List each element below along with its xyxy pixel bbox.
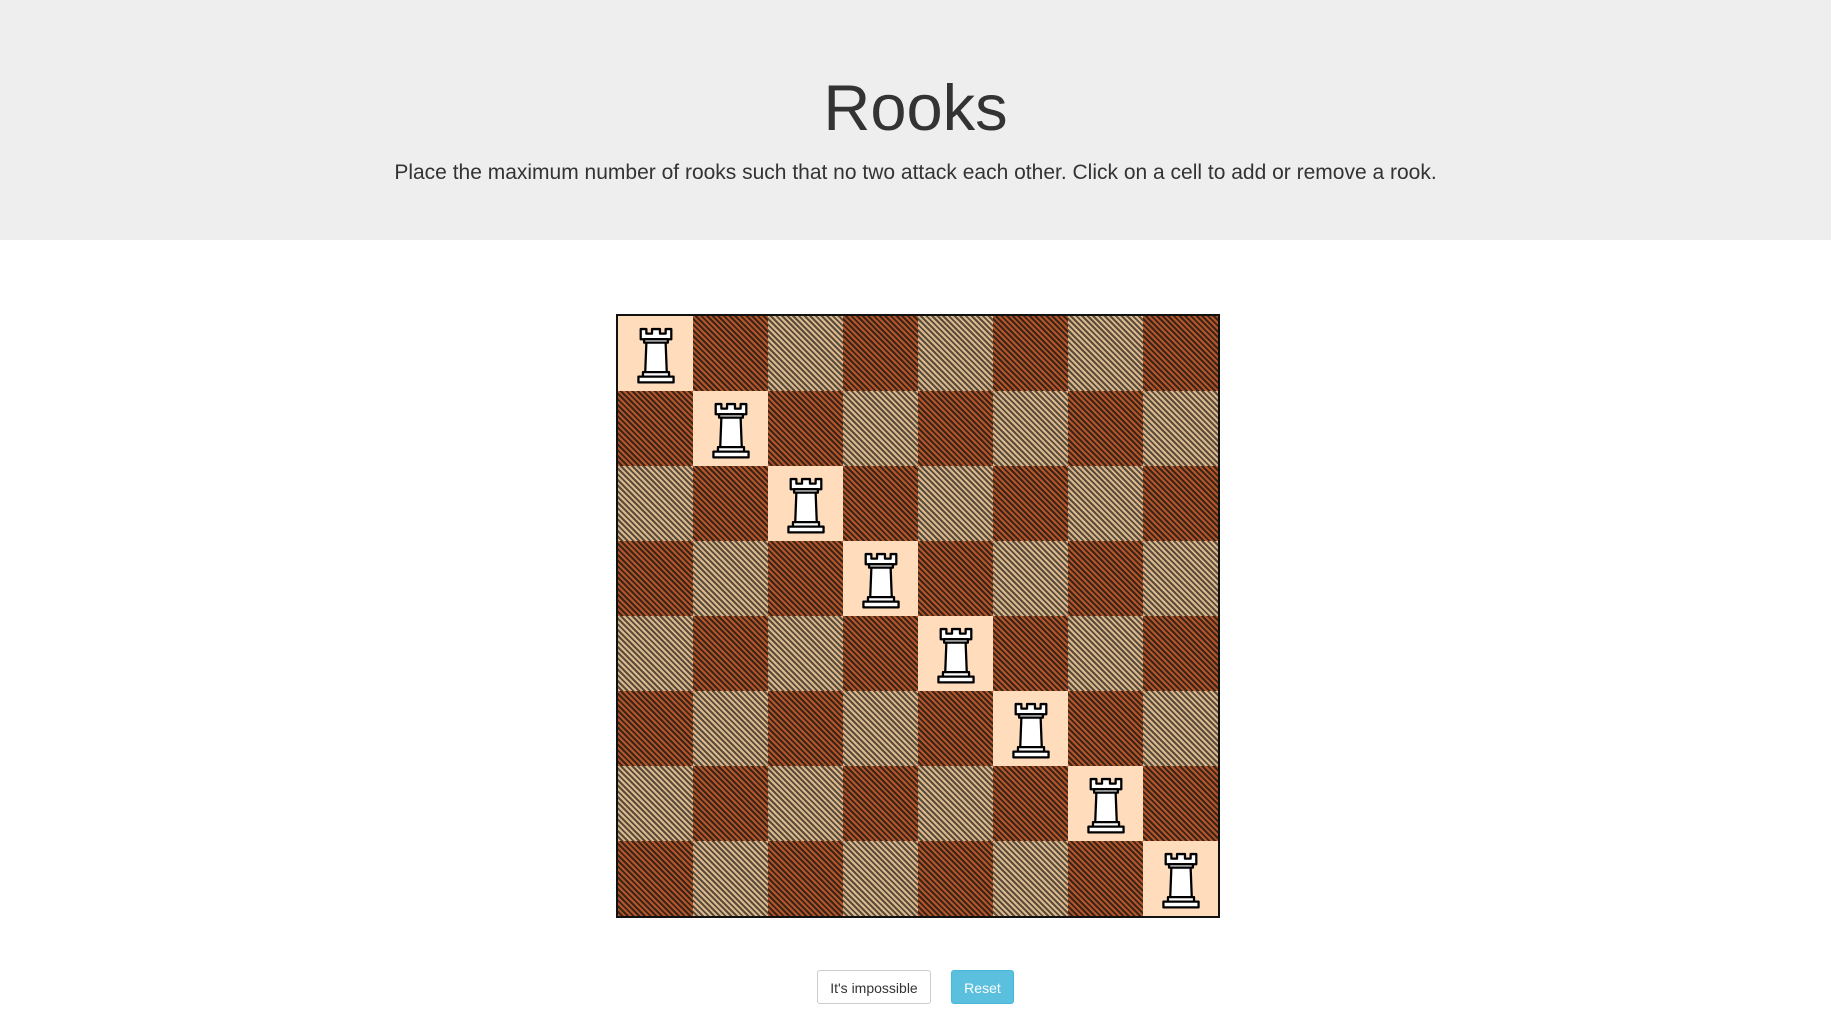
board-cell[interactable] — [1068, 541, 1143, 616]
board-cell[interactable] — [693, 466, 768, 541]
board-grid — [618, 316, 1218, 916]
board-cell[interactable] — [1143, 391, 1218, 466]
board-cell[interactable] — [1143, 541, 1218, 616]
rook-icon — [1080, 770, 1132, 838]
board-cell[interactable] — [768, 466, 843, 541]
board-cell[interactable] — [693, 766, 768, 841]
board-cell[interactable] — [768, 316, 843, 391]
board-cell[interactable] — [843, 841, 918, 916]
board-cell[interactable] — [618, 691, 693, 766]
board-cell[interactable] — [1143, 691, 1218, 766]
board-cell[interactable] — [1068, 841, 1143, 916]
instructions: Place the maximum number of rooks such t… — [394, 161, 1437, 184]
board-cell[interactable] — [1068, 766, 1143, 841]
board-cell[interactable] — [768, 841, 843, 916]
board-cell[interactable] — [1143, 316, 1218, 391]
board-cell[interactable] — [1068, 316, 1143, 391]
board-cell[interactable] — [843, 466, 918, 541]
board-cell[interactable] — [1068, 466, 1143, 541]
board-cell[interactable] — [993, 691, 1068, 766]
board-cell[interactable] — [768, 691, 843, 766]
controls: It's impossible Reset — [0, 970, 1831, 1004]
board-cell[interactable] — [1143, 841, 1218, 916]
board-cell[interactable] — [918, 616, 993, 691]
rook-icon — [1005, 695, 1057, 763]
board-cell[interactable] — [768, 391, 843, 466]
page-header: Rooks Place the maximum number of rooks … — [0, 0, 1831, 240]
board-cell[interactable] — [618, 391, 693, 466]
board-cell[interactable] — [993, 466, 1068, 541]
board-cell[interactable] — [993, 541, 1068, 616]
board-cell[interactable] — [843, 616, 918, 691]
board-cell[interactable] — [918, 541, 993, 616]
board-cell[interactable] — [693, 316, 768, 391]
board-cell[interactable] — [918, 316, 993, 391]
board-cell[interactable] — [768, 541, 843, 616]
board-cell[interactable] — [918, 466, 993, 541]
board-cell[interactable] — [1068, 691, 1143, 766]
board-cell[interactable] — [618, 541, 693, 616]
rook-icon — [1155, 845, 1207, 913]
board-cell[interactable] — [1143, 616, 1218, 691]
board-cell[interactable] — [618, 316, 693, 391]
board-cell[interactable] — [618, 766, 693, 841]
board-cell[interactable] — [1068, 391, 1143, 466]
board-cell[interactable] — [993, 316, 1068, 391]
board-cell[interactable] — [618, 466, 693, 541]
board-cell[interactable] — [843, 391, 918, 466]
board-cell[interactable] — [918, 841, 993, 916]
board-cell[interactable] — [693, 691, 768, 766]
board-cell[interactable] — [918, 691, 993, 766]
rook-icon — [630, 320, 682, 388]
board-cell[interactable] — [993, 766, 1068, 841]
board-cell[interactable] — [918, 391, 993, 466]
board-cell[interactable] — [843, 766, 918, 841]
board-cell[interactable] — [993, 391, 1068, 466]
board-cell[interactable] — [993, 616, 1068, 691]
board-cell[interactable] — [693, 616, 768, 691]
board-cell[interactable] — [693, 841, 768, 916]
board-cell[interactable] — [618, 616, 693, 691]
board-cell[interactable] — [993, 841, 1068, 916]
board-cell[interactable] — [618, 841, 693, 916]
board-cell[interactable] — [843, 316, 918, 391]
board-cell[interactable] — [1143, 766, 1218, 841]
rook-icon — [855, 545, 907, 613]
board-cell[interactable] — [1143, 466, 1218, 541]
impossible-button[interactable]: It's impossible — [817, 970, 931, 1004]
board-cell[interactable] — [918, 766, 993, 841]
board-cell[interactable] — [1068, 616, 1143, 691]
board-cell[interactable] — [693, 541, 768, 616]
reset-button[interactable]: Reset — [951, 970, 1014, 1004]
board-cell[interactable] — [843, 541, 918, 616]
rook-icon — [705, 395, 757, 463]
rook-icon — [780, 470, 832, 538]
rook-icon — [930, 620, 982, 688]
board-cell[interactable] — [843, 691, 918, 766]
page-title: Rooks — [823, 71, 1008, 144]
chess-board — [616, 314, 1220, 918]
board-cell[interactable] — [693, 391, 768, 466]
board-cell[interactable] — [768, 616, 843, 691]
board-cell[interactable] — [768, 766, 843, 841]
